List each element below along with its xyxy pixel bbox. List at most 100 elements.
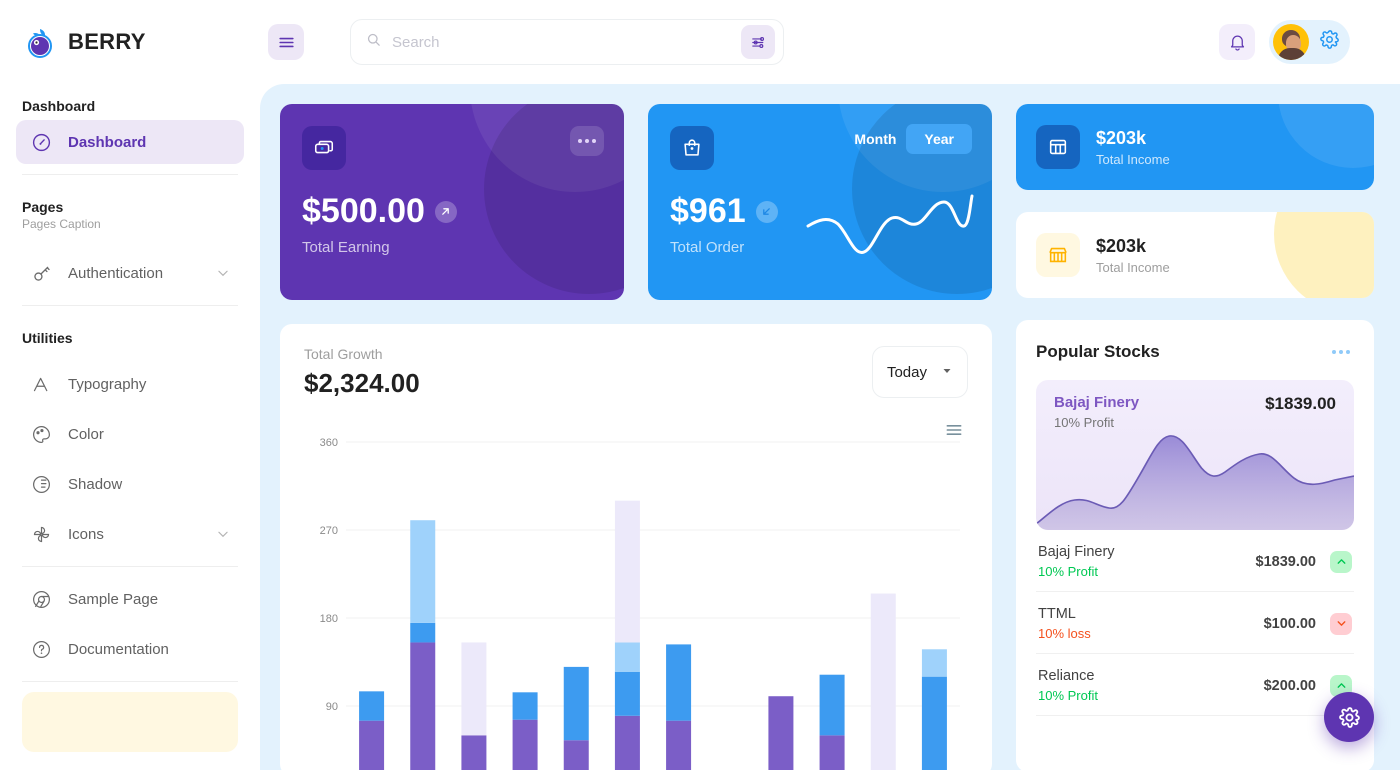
sidebar-nav: Dashboard Dashboard Pages Pages Caption bbox=[0, 84, 260, 770]
dashboard-grid: $500.00 Total Earning Month Year $961 To… bbox=[280, 104, 1374, 770]
chevron-down-icon bbox=[216, 527, 230, 541]
toggle-year[interactable]: Year bbox=[906, 124, 972, 154]
stock-row[interactable]: Bajaj Finery 10% Profit $1839.00 bbox=[1036, 530, 1354, 592]
sidebar-item-dashboard[interactable]: Dashboard bbox=[16, 120, 244, 164]
featured-stock-row: Bajaj Finery 10% Profit $1839.00 bbox=[1054, 394, 1336, 430]
growth-texts: Total Growth $2,324.00 bbox=[304, 346, 420, 399]
featured-stock[interactable]: Bajaj Finery 10% Profit $1839.00 bbox=[1036, 380, 1354, 530]
search-icon bbox=[365, 31, 382, 53]
sidebar-item-label: Documentation bbox=[68, 640, 169, 658]
arrow-up-icon bbox=[1330, 550, 1352, 573]
order-period-toggle: Month Year bbox=[854, 124, 972, 154]
storefront-icon bbox=[1036, 233, 1080, 277]
sidebar-item-label: Typography bbox=[68, 375, 147, 393]
growth-bar-chart: 90 180 270 360 bbox=[304, 434, 968, 770]
sidebar-item-label: Sample Page bbox=[68, 590, 159, 608]
growth-header: Total Growth $2,324.00 Today bbox=[304, 346, 968, 399]
income-blue-label: Total Income bbox=[1096, 151, 1170, 167]
berry-logo-icon bbox=[24, 25, 58, 59]
featured-stock-change: 10% Profit bbox=[1054, 415, 1114, 430]
income-blue-value: $203k bbox=[1096, 127, 1147, 148]
chevron-down-icon bbox=[941, 364, 953, 381]
search-bar[interactable] bbox=[350, 19, 784, 65]
stock-price: $1839.00 bbox=[1255, 553, 1316, 570]
shopping-bag-icon bbox=[670, 126, 714, 170]
sliders-icon[interactable] bbox=[741, 25, 775, 59]
featured-stock-left: Bajaj Finery 10% Profit bbox=[1054, 394, 1139, 430]
sidebar-group-title-utilities: Utilities bbox=[22, 330, 73, 346]
windmill-icon bbox=[30, 523, 52, 545]
kpi-row: $500.00 Total Earning Month Year $961 To… bbox=[280, 104, 992, 300]
featured-stock-price: $1839.00 bbox=[1265, 394, 1336, 413]
total-earning-value-row: $500.00 bbox=[302, 192, 602, 231]
stock-change: 10% loss bbox=[1038, 626, 1091, 641]
toggle-month[interactable]: Month bbox=[854, 131, 896, 147]
stock-rows: Bajaj Finery 10% Profit $1839.00 TTML 10% lo… bbox=[1036, 530, 1354, 716]
sidebar-item-typography[interactable]: Typography bbox=[16, 362, 244, 406]
sidebar-item-shadow[interactable]: Shadow bbox=[16, 462, 244, 506]
sidebar-divider-1 bbox=[22, 174, 238, 175]
total-income-white-card[interactable]: $203k Total Income bbox=[1016, 212, 1374, 298]
brand-name: BERRY bbox=[68, 29, 146, 54]
stock-price: $100.00 bbox=[1263, 615, 1316, 632]
sidebar-group-caption-pages: Pages Caption bbox=[22, 217, 101, 231]
sidebar-item-label: Icons bbox=[68, 525, 104, 543]
stock-row-left: TTML 10% loss bbox=[1038, 606, 1264, 641]
sidebar: BERRY Dashboard Dashboard Pages Pages Ca… bbox=[0, 0, 260, 770]
settings-fab[interactable] bbox=[1324, 692, 1374, 742]
palette-icon bbox=[30, 423, 52, 445]
table-icon bbox=[1036, 125, 1080, 169]
sidebar-divider-3 bbox=[22, 566, 238, 567]
sidebar-item-label: Authentication bbox=[68, 264, 164, 282]
main-area: $500.00 Total Earning bbox=[260, 0, 1400, 770]
income-white-value: $203k bbox=[1096, 235, 1147, 256]
total-earning-value: $500.00 bbox=[302, 192, 425, 230]
growth-chart-svg: 90 180 270 360 bbox=[320, 437, 960, 770]
profile-chip[interactable] bbox=[1269, 20, 1350, 64]
sidebar-item-authentication[interactable]: Authentication bbox=[16, 251, 244, 295]
more-dots-icon[interactable] bbox=[1328, 346, 1354, 358]
more-dots-icon[interactable] bbox=[570, 126, 604, 156]
sidebar-divider-2 bbox=[22, 305, 238, 306]
total-order-card[interactable]: Month Year $961 Total Order bbox=[648, 104, 992, 300]
featured-stock-sparkline bbox=[1036, 435, 1354, 530]
growth-label: Total Growth bbox=[304, 346, 383, 362]
popular-stocks-title: Popular Stocks bbox=[1036, 342, 1160, 361]
total-earning-card[interactable]: $500.00 Total Earning bbox=[280, 104, 624, 300]
typography-icon bbox=[30, 373, 52, 395]
money-stack-icon bbox=[302, 126, 346, 170]
sidebar-item-label: Color bbox=[68, 425, 104, 443]
search-input[interactable] bbox=[392, 33, 731, 51]
stock-row[interactable]: Reliance 10% Profit $200.00 bbox=[1036, 654, 1354, 716]
stock-row-left: Bajaj Finery 10% Profit bbox=[1038, 544, 1256, 579]
gear-icon[interactable] bbox=[1319, 29, 1340, 55]
sidebar-promo-card[interactable] bbox=[22, 692, 238, 752]
income-blue-texts: $203k Total Income bbox=[1096, 128, 1170, 167]
svg-text:270: 270 bbox=[320, 525, 338, 537]
total-earning-label: Total Earning bbox=[302, 239, 390, 256]
sidebar-item-documentation[interactable]: Documentation bbox=[16, 627, 244, 671]
hamburger-icon[interactable] bbox=[268, 24, 304, 60]
income-white-label: Total Income bbox=[1096, 259, 1170, 275]
stock-change: 10% Profit bbox=[1038, 564, 1098, 579]
order-sparkline bbox=[806, 194, 974, 254]
growth-amount: $2,324.00 bbox=[304, 368, 420, 398]
brand[interactable]: BERRY bbox=[0, 0, 260, 84]
sidebar-item-color[interactable]: Color bbox=[16, 412, 244, 456]
question-circle-icon bbox=[30, 638, 52, 660]
speedometer-icon bbox=[30, 131, 52, 153]
stock-row[interactable]: TTML 10% loss $100.00 bbox=[1036, 592, 1354, 654]
svg-text:360: 360 bbox=[320, 437, 338, 449]
growth-period-select[interactable]: Today bbox=[871, 346, 968, 398]
sidebar-item-icons[interactable]: Icons bbox=[16, 512, 244, 556]
topbar bbox=[260, 0, 1400, 84]
chevron-down-icon bbox=[216, 266, 230, 280]
stock-row-left: Reliance 10% Profit bbox=[1038, 668, 1264, 703]
total-income-blue-card[interactable]: $203k Total Income bbox=[1016, 104, 1374, 190]
sidebar-item-sample-page[interactable]: Sample Page bbox=[16, 577, 244, 621]
featured-stock-name: Bajaj Finery bbox=[1054, 394, 1140, 411]
sidebar-group-title-dashboard: Dashboard bbox=[22, 98, 96, 114]
popular-stocks-card: Popular Stocks Bajaj Finery 10% Profit $… bbox=[1016, 320, 1374, 770]
svg-text:90: 90 bbox=[326, 701, 338, 713]
bell-icon[interactable] bbox=[1219, 24, 1255, 60]
